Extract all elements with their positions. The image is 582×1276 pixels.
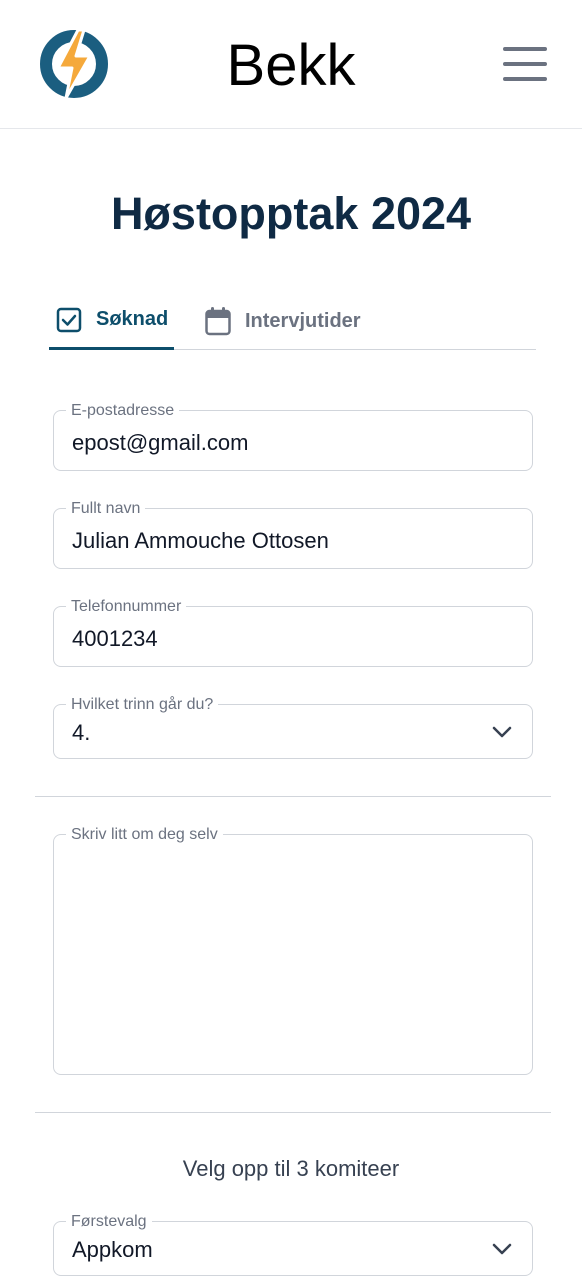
email-label: E-postadresse — [66, 401, 180, 421]
phone-value[interactable]: 4001234 — [72, 624, 158, 654]
phone-field[interactable]: Telefonnummer 4001234 — [53, 597, 533, 667]
chevron-down-icon[interactable] — [492, 725, 512, 739]
page-title: Høstopptak 2024 — [110, 188, 472, 239]
checkbox-icon — [56, 307, 82, 332]
app-header: Bekk — [0, 0, 582, 129]
committees-heading: Velg opp til 3 komiteer — [182, 1156, 400, 1181]
grade-label: Hvilket trinn går du? — [66, 695, 219, 715]
email-value[interactable]: epost@gmail.com — [72, 428, 248, 458]
about-label: Skriv litt om deg selv — [66, 825, 223, 845]
tab-label: Intervjutider — [245, 309, 361, 332]
tab-intervjutider[interactable]: Intervjutider — [205, 292, 375, 350]
hamburger-menu-icon[interactable] — [498, 44, 552, 84]
grade-select[interactable]: Hvilket trinn går du? 4. — [53, 695, 533, 759]
tab-label: Søknad — [96, 308, 169, 330]
full-name-value[interactable]: Julian Ammouche Ottosen — [72, 526, 329, 556]
first-choice-label: Førstevalg — [66, 1212, 152, 1232]
chevron-down-icon[interactable] — [492, 1242, 512, 1256]
tab-soknad[interactable]: Søknad — [49, 292, 174, 350]
section-divider — [35, 796, 551, 797]
full-name-field[interactable]: Fullt navn Julian Ammouche Ottosen — [53, 499, 533, 569]
calendar-icon — [205, 307, 231, 336]
brand-name[interactable]: Bekk — [227, 33, 356, 98]
about-textarea[interactable]: Skriv litt om deg selv — [53, 825, 533, 1075]
email-field[interactable]: E-postadresse epost@gmail.com — [53, 401, 533, 471]
tab-bar: Søknad Intervjutider — [49, 292, 536, 350]
first-choice-select[interactable]: Førstevalg Appkom — [53, 1212, 533, 1276]
section-divider — [35, 1112, 551, 1113]
grade-value: 4. — [72, 720, 91, 745]
lightning-bolt-logo[interactable] — [38, 28, 110, 100]
full-name-label: Fullt navn — [66, 499, 146, 519]
phone-label: Telefonnummer — [66, 597, 187, 617]
